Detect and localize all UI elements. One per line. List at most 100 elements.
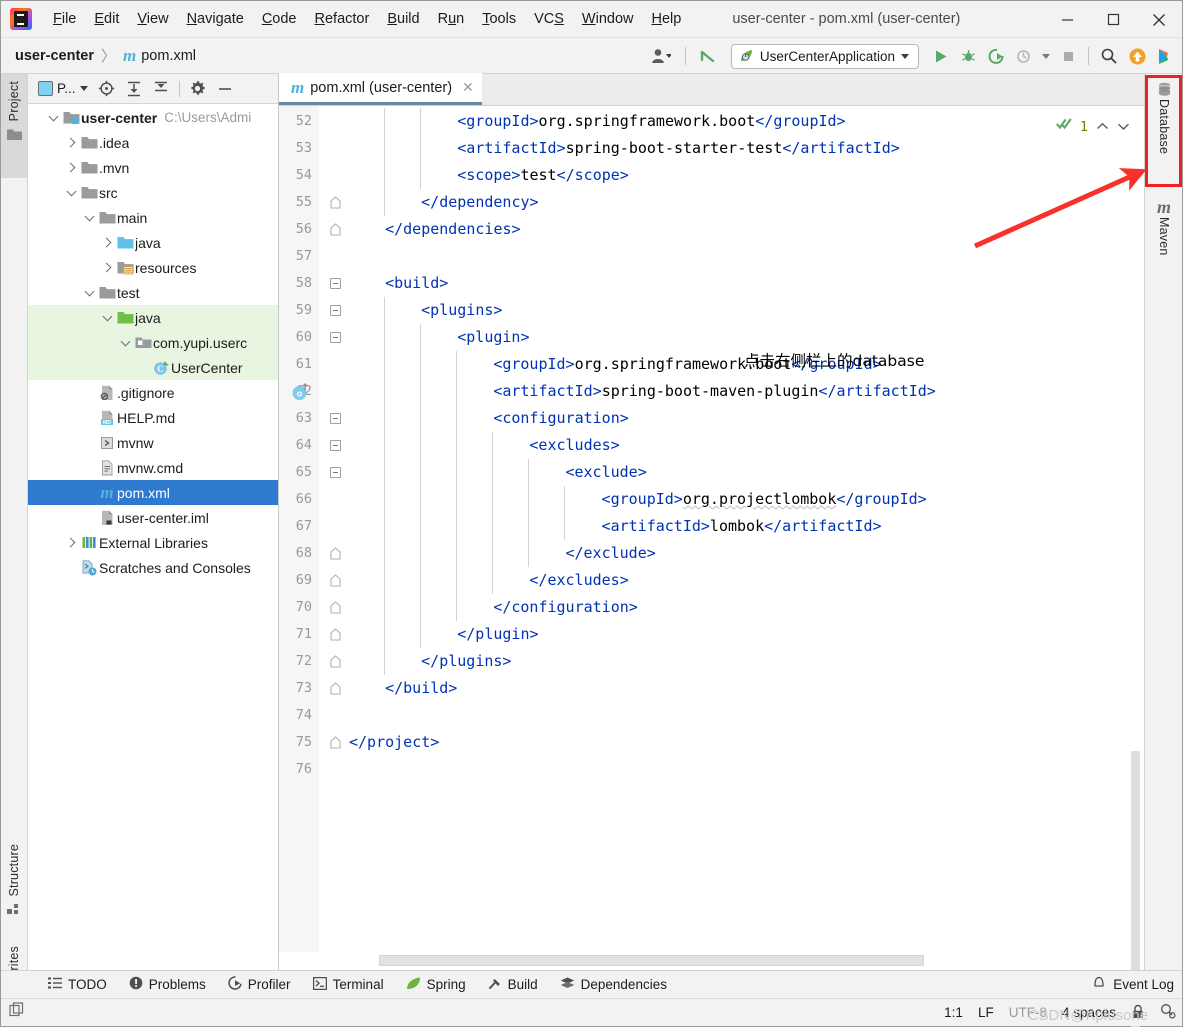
code-line[interactable]: <artifactId>spring-boot-starter-test</ar… — [457, 135, 900, 162]
code-line[interactable]: <groupId>org.springframework.boot</group… — [457, 108, 845, 135]
tree-node-user-center[interactable]: user-center C:\Users\Admi — [28, 105, 278, 130]
fold-region-end-icon[interactable] — [330, 196, 341, 209]
select-opened-file-button[interactable] — [95, 77, 119, 101]
maximize-button[interactable] — [1090, 1, 1136, 38]
sidebar-item-project[interactable]: Project — [1, 74, 27, 178]
profile-dropdown-icon[interactable] — [1039, 43, 1053, 69]
close-button[interactable] — [1136, 1, 1182, 38]
event-log-button[interactable]: Event Log — [1092, 975, 1174, 994]
tree-node--idea[interactable]: .idea — [28, 130, 278, 155]
code-line[interactable]: </project> — [349, 729, 439, 756]
code-line[interactable]: </exclude> — [565, 540, 655, 567]
chevron-down-icon[interactable] — [99, 305, 115, 330]
caret-position[interactable]: 1:1 — [944, 1005, 963, 1020]
menu-item-view[interactable]: View — [128, 9, 177, 29]
toolwindow-build[interactable]: Build — [477, 976, 549, 993]
run-configuration-selector[interactable]: UserCenterApplication — [730, 43, 919, 69]
fold-collapse-icon[interactable] — [330, 332, 341, 343]
inspection-widget[interactable]: 1 — [1055, 117, 1130, 136]
toolwindow-dependencies[interactable]: Dependencies — [549, 977, 678, 993]
update-project-icon[interactable] — [1124, 43, 1150, 69]
tree-node-external-libraries[interactable]: External Libraries — [28, 530, 278, 555]
code-line[interactable]: </excludes> — [529, 567, 628, 594]
code-line[interactable]: </configuration> — [493, 594, 638, 621]
tree-node-help-md[interactable]: MD HELP.md — [28, 405, 278, 430]
menu-item-navigate[interactable]: Navigate — [178, 9, 253, 29]
chevron-down-icon[interactable] — [63, 180, 79, 205]
ide-assistant-icon[interactable] — [1152, 43, 1178, 69]
user-account-icon[interactable] — [644, 43, 678, 69]
code-line[interactable]: </build> — [385, 675, 457, 702]
line-separator[interactable]: LF — [978, 1005, 994, 1020]
code-line[interactable]: <artifactId>lombok</artifactId> — [602, 513, 882, 540]
chevron-down-icon[interactable] — [45, 105, 61, 130]
chevron-down-icon[interactable] — [117, 330, 133, 355]
tree-node-mvnw-cmd[interactable]: mvnw.cmd — [28, 455, 278, 480]
fold-collapse-icon[interactable] — [330, 305, 341, 316]
code-line[interactable]: <scope>test</scope> — [457, 162, 629, 189]
toolwindow-spring[interactable]: Spring — [395, 977, 477, 993]
code-editor[interactable]: 5253545556575859606162636465666768697071… — [279, 106, 1144, 1027]
code-folding-gutter[interactable]: o — [292, 106, 349, 952]
inspections-gear-icon[interactable] — [1160, 1003, 1176, 1022]
tree-node-java[interactable]: java — [28, 305, 278, 330]
chevron-right-icon[interactable] — [99, 255, 115, 280]
code-line[interactable]: <groupId>org.projectlombok</groupId> — [602, 486, 927, 513]
tree-node-src[interactable]: src — [28, 180, 278, 205]
breadcrumb-project[interactable]: user-center — [15, 48, 94, 64]
lock-icon[interactable] — [1131, 1004, 1145, 1022]
menu-item-help[interactable]: Help — [642, 9, 690, 29]
next-highlight-button[interactable] — [1117, 119, 1130, 134]
menu-item-vcs[interactable]: VCS — [525, 9, 573, 29]
hide-panel-button[interactable] — [213, 77, 237, 101]
toolwindow-todo[interactable]: TODO — [37, 977, 118, 992]
code-line[interactable]: </dependency> — [421, 189, 538, 216]
fold-collapse-icon[interactable] — [330, 467, 341, 478]
collapse-all-button[interactable] — [149, 77, 173, 101]
fold-collapse-icon[interactable] — [330, 413, 341, 424]
tree-node-user-center-iml[interactable]: user-center.iml — [28, 505, 278, 530]
tree-node-usercenter[interactable]: C UserCenter — [28, 355, 278, 380]
debug-button[interactable] — [955, 43, 981, 69]
run-button[interactable] — [927, 43, 953, 69]
tree-node-java[interactable]: java — [28, 230, 278, 255]
toolwindow-problems[interactable]: Problems — [118, 976, 217, 993]
file-encoding[interactable]: UTF-8 — [1009, 1005, 1047, 1020]
code-line[interactable]: <plugins> — [421, 297, 502, 324]
tree-node--mvn[interactable]: .mvn — [28, 155, 278, 180]
menu-item-build[interactable]: Build — [378, 9, 428, 29]
menu-item-tools[interactable]: Tools — [473, 9, 525, 29]
minimize-button[interactable] — [1044, 1, 1090, 38]
fold-region-end-icon[interactable] — [330, 736, 341, 749]
chevron-right-icon[interactable] — [99, 230, 115, 255]
toolwindow-profiler[interactable]: Profiler — [217, 976, 302, 993]
copy-layout-icon[interactable] — [9, 1001, 26, 1024]
fold-collapse-icon[interactable] — [330, 440, 341, 451]
code-line[interactable]: </dependencies> — [385, 216, 520, 243]
tree-node-com-yupi-userc[interactable]: com.yupi.userc — [28, 330, 278, 355]
tree-node-scratches-and-consoles[interactable]: Scratches and Consoles — [28, 555, 278, 580]
tree-node--gitignore[interactable]: .gitignore — [28, 380, 278, 405]
editor-tab-pom-xml[interactable]: m pom.xml (user-center) ✕ — [279, 73, 482, 105]
chevron-down-icon[interactable] — [81, 280, 97, 305]
breadcrumb-file[interactable]: pom.xml — [141, 48, 196, 64]
fold-region-end-icon[interactable] — [330, 574, 341, 587]
tree-node-mvnw[interactable]: mvnw — [28, 430, 278, 455]
chevron-right-icon[interactable] — [63, 530, 79, 555]
chevron-right-icon[interactable] — [63, 155, 79, 180]
menu-item-code[interactable]: Code — [253, 9, 306, 29]
fold-region-end-icon[interactable] — [330, 601, 341, 614]
code-line[interactable]: <build> — [385, 270, 448, 297]
fold-region-end-icon[interactable] — [330, 628, 341, 641]
tree-node-resources[interactable]: resources — [28, 255, 278, 280]
tree-node-main[interactable]: main — [28, 205, 278, 230]
indent-setting[interactable]: 4 spaces — [1062, 1005, 1116, 1020]
menu-item-refactor[interactable]: Refactor — [306, 9, 379, 29]
previous-highlight-button[interactable] — [1096, 119, 1109, 134]
maven-run-gutter-icon[interactable]: o — [291, 382, 310, 402]
expand-all-button[interactable] — [122, 77, 146, 101]
tree-node-test[interactable]: test — [28, 280, 278, 305]
fold-region-end-icon[interactable] — [330, 682, 341, 695]
menu-item-run[interactable]: Run — [429, 9, 474, 29]
sidebar-item-maven[interactable]: m Maven — [1150, 192, 1178, 282]
